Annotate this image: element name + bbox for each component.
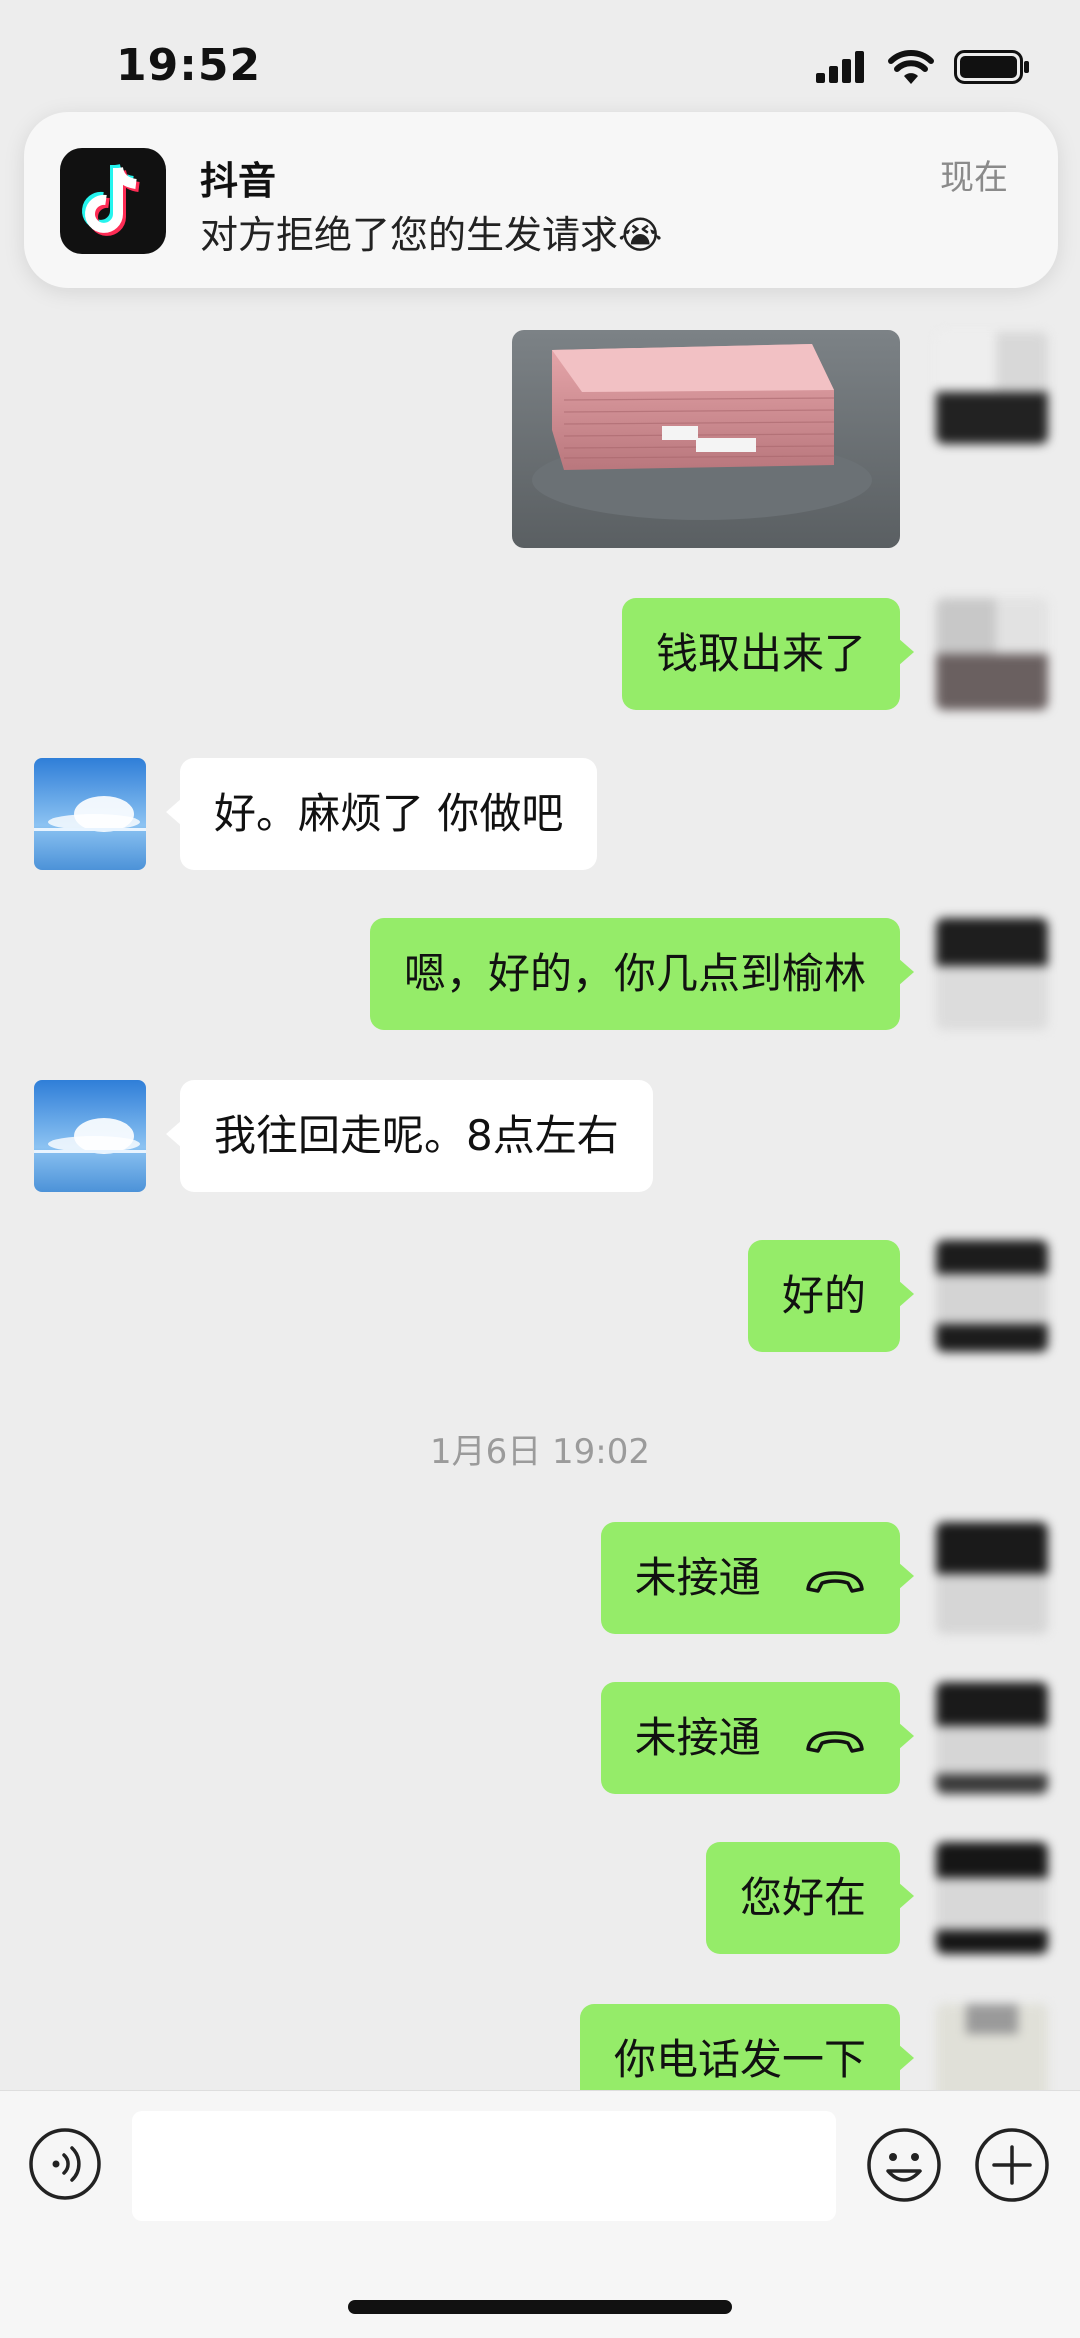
my-avatar[interactable]	[936, 1682, 1048, 1794]
status-icons	[816, 50, 1030, 84]
missed-call-text: 未接通	[634, 1713, 761, 1762]
voice-input-icon[interactable]	[28, 2127, 102, 2201]
status-bar: 19:52	[0, 0, 1080, 130]
douyin-app-icon	[60, 148, 166, 254]
my-avatar[interactable]	[936, 1240, 1048, 1352]
my-avatar[interactable]	[936, 332, 1048, 444]
home-indicator[interactable]	[348, 2300, 732, 2314]
chat-timestamp: 1月6日 19:02	[429, 1432, 651, 1472]
message-bubble-outgoing[interactable]: 您好在	[705, 1842, 915, 1954]
cellular-signal-icon	[816, 51, 864, 83]
my-avatar[interactable]	[936, 598, 1048, 710]
notification-banner[interactable]: 抖音 对方拒绝了您的生发请求😭 现在	[24, 112, 1058, 288]
message-bubble-incoming[interactable]: 好。麻烦了 你做吧	[165, 758, 598, 870]
my-avatar[interactable]	[936, 918, 1048, 1030]
missed-call-bubble[interactable]: 未接通	[600, 1682, 915, 1794]
notification-app-name: 抖音	[200, 159, 277, 203]
message-input[interactable]	[132, 2111, 836, 2221]
notification-message: 对方拒绝了您的生发请求😭	[200, 213, 663, 257]
emoji-icon[interactable]	[866, 2127, 942, 2203]
contact-avatar[interactable]	[34, 1080, 146, 1192]
plus-icon[interactable]	[974, 2127, 1050, 2203]
contact-avatar[interactable]	[34, 758, 146, 870]
my-avatar[interactable]	[936, 1842, 1048, 1954]
battery-icon	[954, 50, 1029, 84]
message-bubble-outgoing[interactable]: 钱取出来了	[621, 598, 915, 710]
notification-time: 现在	[940, 158, 1008, 198]
status-time: 19:52	[116, 40, 262, 91]
missed-call-bubble[interactable]: 未接通	[600, 1522, 915, 1634]
missed-call-text: 未接通	[634, 1553, 761, 1602]
money-photo-message[interactable]	[512, 330, 900, 548]
my-avatar[interactable]	[936, 1522, 1048, 1634]
message-bubble-outgoing[interactable]: 嗯，好的，你几点到榆林	[369, 918, 915, 1030]
message-bubble-outgoing[interactable]: 好的	[747, 1240, 915, 1352]
message-bubble-incoming[interactable]: 我往回走呢。8点左右	[166, 1080, 653, 1192]
phone-hangup-icon	[806, 1730, 864, 1753]
wifi-icon	[888, 50, 934, 84]
phone-hangup-icon	[806, 1570, 864, 1593]
